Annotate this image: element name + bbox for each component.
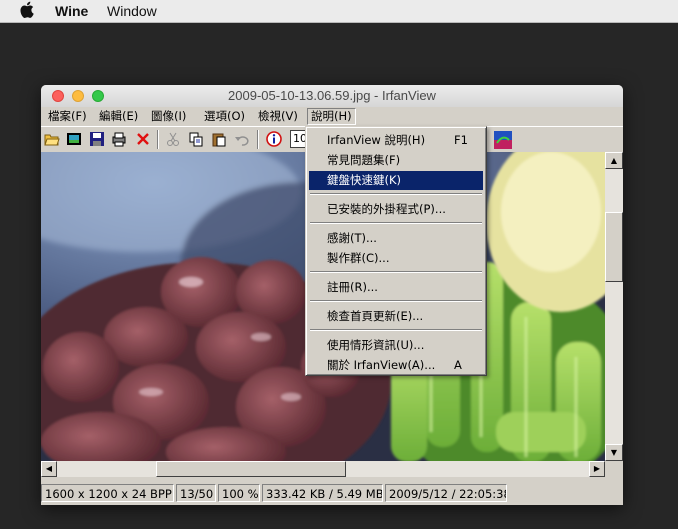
menu-help[interactable]: 說明(H) [307,108,356,125]
menu-item-label: 已安裝的外掛程式(P)... [327,202,446,216]
horizontal-scroll-thumb[interactable] [156,461,346,477]
status-file-index: 13/50 [176,484,216,502]
menu-item-label: 製作群(C)... [327,251,390,265]
undo-icon[interactable] [234,131,250,147]
irfanview-logo-icon[interactable] [494,131,512,149]
menu-item-keyboard-shortcuts[interactable]: 鍵盤快速鍵(K) [309,171,483,190]
menu-file[interactable]: 檔案(F) [45,109,90,124]
status-bar: 1600 x 1200 x 24 BPP 13/50 100 % 333.42 … [41,482,623,505]
menu-separator [310,329,482,331]
menu-edit[interactable]: 編輯(E) [96,109,141,124]
menu-item-label: 感謝(T)... [327,231,377,245]
menu-item-label: 檢查首頁更新(E)... [327,309,424,323]
menu-item-installed-plugins[interactable]: 已安裝的外掛程式(P)... [309,200,483,219]
slideshow-icon[interactable] [66,131,82,147]
menu-item-check-updates[interactable]: 檢查首頁更新(E)... [309,307,483,326]
title-bar[interactable]: 2009-05-10-13.06.59.jpg - IrfanView [41,85,623,108]
print-icon[interactable] [111,131,127,147]
help-dropdown-menu: IrfanView 說明(H) F1 常見問題集(F) 鍵盤快速鍵(K) 已安裝… [305,126,487,376]
menu-item-usage-info[interactable]: 使用情形資訊(U)... [309,336,483,355]
horizontal-scrollbar[interactable]: ◀ ▶ [41,461,605,477]
menu-image[interactable]: 圖像(I) [148,109,189,124]
menu-item-register[interactable]: 註冊(R)... [309,278,483,297]
zoom-button[interactable] [92,90,104,102]
save-icon[interactable] [89,131,105,147]
menu-item-credits[interactable]: 製作群(C)... [309,249,483,268]
toolbar-separator [257,130,259,149]
cut-icon[interactable] [165,131,181,147]
menu-item-label: 註冊(R)... [327,280,378,294]
menu-item-label: 使用情形資訊(U)... [327,338,425,352]
scroll-right-button[interactable]: ▶ [589,461,605,477]
status-dimensions: 1600 x 1200 x 24 BPP [41,484,174,502]
paste-icon[interactable] [211,131,227,147]
menu-item-label: 鍵盤快速鍵(K) [327,173,402,187]
delete-icon[interactable] [135,131,151,147]
status-date: 2009/5/12 / 22:05:38 [385,484,507,502]
menu-item-faq[interactable]: 常見問題集(F) [309,151,483,170]
menu-options[interactable]: 選項(O) [201,109,248,124]
window-menu[interactable]: Window [107,3,157,19]
menu-view[interactable]: 檢視(V) [255,109,301,124]
menu-item-shortcut: A [454,358,462,372]
apple-icon[interactable] [20,1,34,18]
app-menu-wine[interactable]: Wine [55,3,88,19]
copy-icon[interactable] [188,131,204,147]
vertical-scroll-thumb[interactable] [605,212,623,282]
application-menu-bar: 檔案(F) 編輯(E) 圖像(I) 選項(O) 檢視(V) 說明(H) [41,107,623,126]
status-file-size: 333.42 KB / 5.49 MB [262,484,383,502]
scroll-down-button[interactable]: ▼ [605,444,623,461]
vertical-scrollbar[interactable]: ▲ ▼ [605,152,623,461]
toolbar-separator [157,130,159,149]
scroll-corner [605,461,623,477]
menu-item-shortcut: F1 [454,133,468,147]
mac-menu-bar: Wine Window [0,0,678,23]
scroll-left-button[interactable]: ◀ [41,461,57,477]
minimize-button[interactable] [72,90,84,102]
menu-separator [310,271,482,273]
status-zoom: 100 % [218,484,260,502]
menu-item-about[interactable]: 關於 IrfanView(A)... A [309,356,483,375]
scroll-up-button[interactable]: ▲ [605,152,623,169]
open-folder-icon[interactable] [44,131,60,147]
menu-item-label: 常見問題集(F) [327,153,401,167]
menu-separator [310,193,482,195]
menu-separator [310,300,482,302]
close-button[interactable] [52,90,64,102]
menu-item-irfanview-help[interactable]: IrfanView 說明(H) F1 [309,131,483,150]
window-title: 2009-05-10-13.06.59.jpg - IrfanView [228,88,436,103]
menu-item-thanks[interactable]: 感謝(T)... [309,229,483,248]
menu-item-label: IrfanView 說明(H) [327,133,426,147]
menu-item-label: 關於 IrfanView(A)... [327,358,436,372]
info-icon[interactable] [266,131,282,147]
menu-separator [310,222,482,224]
